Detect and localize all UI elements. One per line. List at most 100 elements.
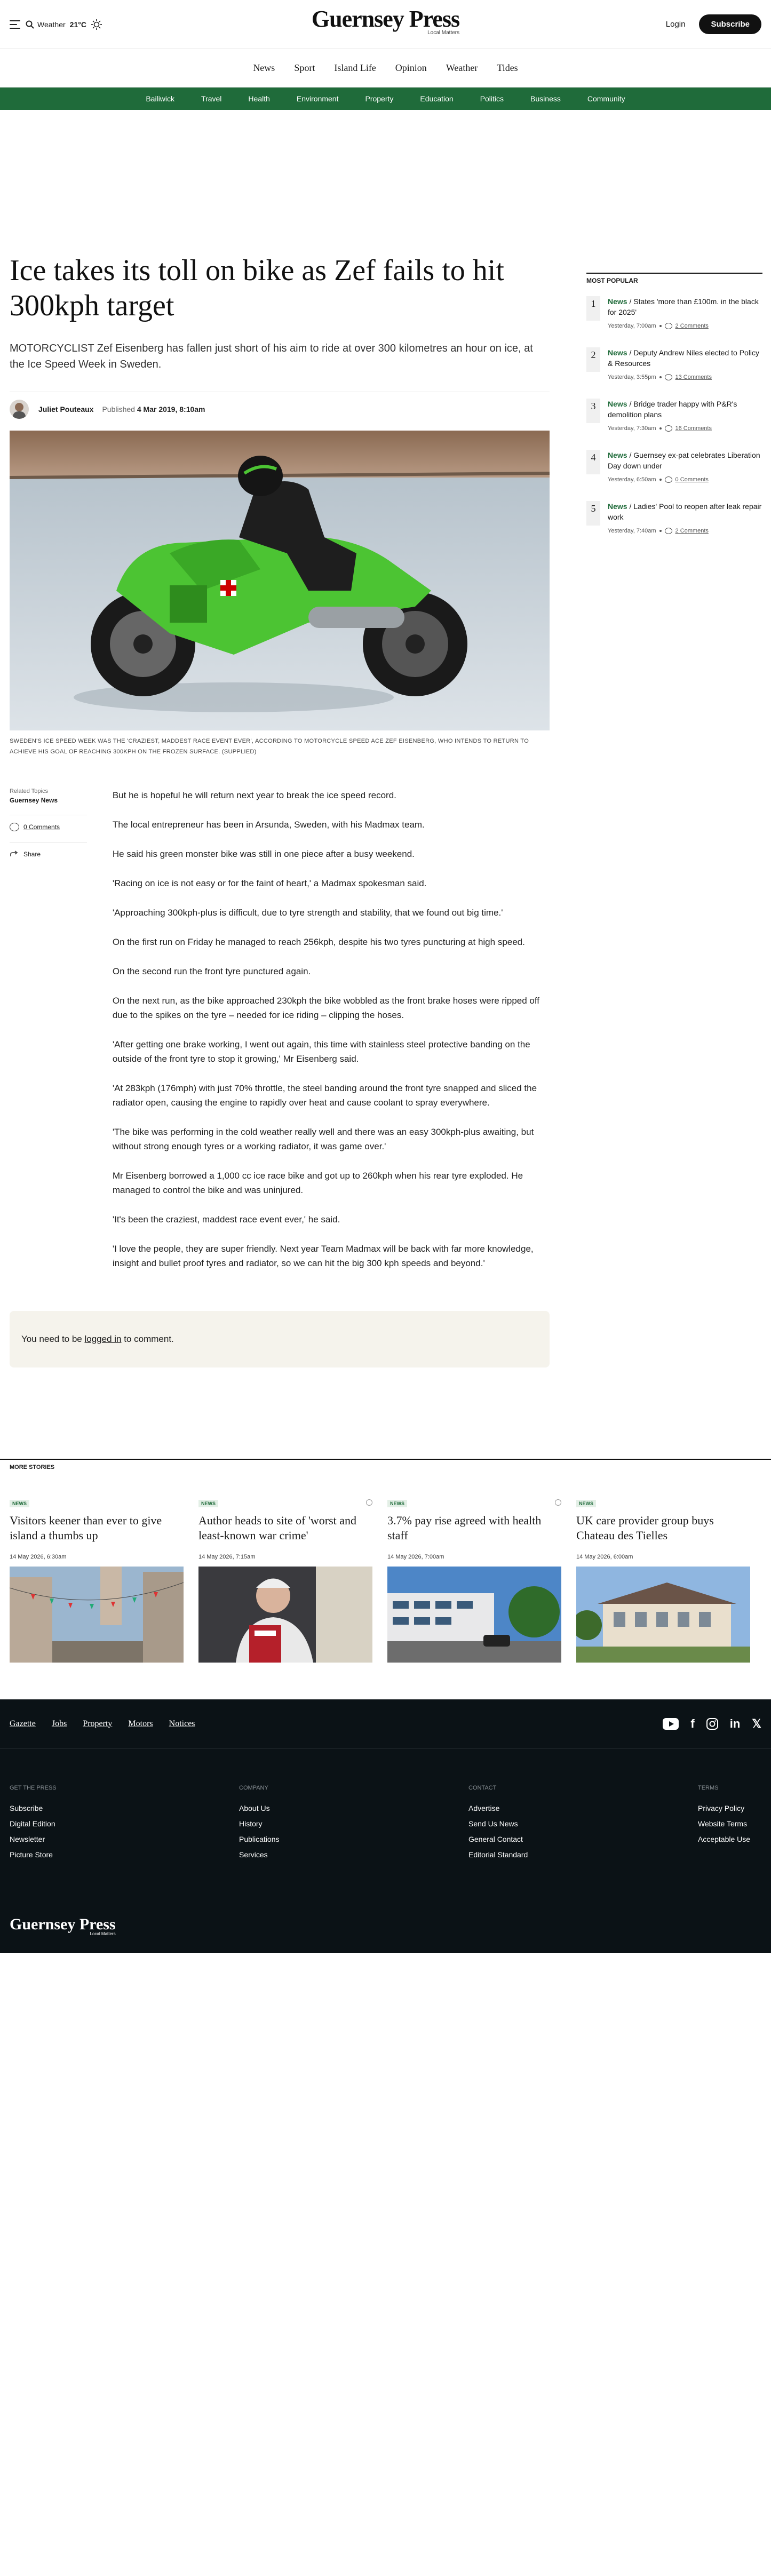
- nav-island-life[interactable]: Island Life: [324, 62, 385, 74]
- footer-newsletter[interactable]: Newsletter: [10, 1832, 239, 1847]
- footer-link-property[interactable]: Property: [83, 1719, 112, 1729]
- footer-publications[interactable]: Publications: [239, 1832, 468, 1847]
- weather-temp: 21°C: [69, 20, 86, 29]
- footer-about-us[interactable]: About Us: [239, 1801, 468, 1816]
- footer-digital-edition[interactable]: Digital Edition: [10, 1816, 239, 1832]
- story-card[interactable]: NEWS Author heads to site of 'worst and …: [198, 1498, 372, 1663]
- x-icon[interactable]: 𝕏: [752, 1717, 761, 1731]
- comments-count[interactable]: 16 Comments: [675, 425, 712, 432]
- popular-headline: News / Ladies' Pool to reopen after leak…: [608, 501, 762, 522]
- footer-link-jobs[interactable]: Jobs: [52, 1719, 67, 1729]
- comments-count[interactable]: 2 Comments: [675, 528, 709, 534]
- comments-count[interactable]: 0 Comments: [675, 476, 709, 483]
- footer-advertise[interactable]: Advertise: [468, 1801, 698, 1816]
- popular-meta: Yesterday, 6:50am 0 Comments: [608, 476, 762, 483]
- footer-column-contact: CONTACT Advertise Send Us News General C…: [468, 1785, 698, 1863]
- instagram-icon[interactable]: [706, 1718, 718, 1730]
- footer-send-us-news[interactable]: Send Us News: [468, 1816, 698, 1832]
- popular-headline: News / Bridge trader happy with P&R's de…: [608, 399, 762, 420]
- comment-icon: [10, 823, 19, 831]
- section-environment[interactable]: Environment: [283, 94, 352, 103]
- login-to-comment-link[interactable]: logged in: [85, 1334, 122, 1345]
- popular-item[interactable]: 5 News / Ladies' Pool to reopen after le…: [586, 501, 762, 540]
- nav-tides[interactable]: Tides: [487, 62, 527, 74]
- story-date: 14 May 2026, 6:00am: [576, 1554, 633, 1560]
- published-info: Published 4 Mar 2019, 8:10am: [102, 405, 205, 414]
- linkedin-icon[interactable]: in: [730, 1717, 741, 1731]
- nav-weather[interactable]: Weather: [436, 62, 488, 74]
- login-link[interactable]: Login: [666, 20, 686, 29]
- nav-news[interactable]: News: [243, 62, 284, 74]
- footer-general-contact[interactable]: General Contact: [468, 1832, 698, 1847]
- subscribe-button[interactable]: Subscribe: [699, 14, 761, 34]
- story-card[interactable]: NEWS UK care provider group buys Chateau…: [576, 1498, 750, 1663]
- comments-count[interactable]: 13 Comments: [675, 374, 712, 380]
- section-bailiwick[interactable]: Bailiwick: [132, 94, 188, 103]
- site-footer: Gazette Jobs Property Motors Notices f i…: [0, 1699, 771, 1953]
- story-image: [576, 1567, 750, 1663]
- site-logo[interactable]: Guernsey Press Local Matters: [311, 6, 460, 36]
- comments-count[interactable]: 2 Comments: [675, 323, 709, 329]
- author-with-book-photo: [198, 1567, 372, 1663]
- comment-icon: [664, 425, 672, 432]
- search-icon[interactable]: [26, 20, 34, 29]
- footer-subscribe[interactable]: Subscribe: [10, 1801, 239, 1816]
- popular-item[interactable]: 3 News / Bridge trader happy with P&R's …: [586, 399, 762, 438]
- story-date: 14 May 2026, 6:30am: [10, 1554, 67, 1560]
- author-avatar: [10, 400, 29, 419]
- footer-website-terms[interactable]: Website Terms: [698, 1816, 750, 1832]
- popular-item[interactable]: 1 News / States 'more than £100m. in the…: [586, 296, 762, 336]
- comment-login-prompt: You need to be logged in to comment.: [10, 1311, 550, 1367]
- section-community[interactable]: Community: [574, 94, 639, 103]
- article-standfirst: MOTORCYCLIST Zef Eisenberg has fallen ju…: [10, 343, 533, 370]
- footer-services[interactable]: Services: [239, 1847, 468, 1863]
- footer-editorial-standard[interactable]: Editorial Standard: [468, 1847, 698, 1863]
- article-meta: Related Topics Guernsey News 0 Comments …: [10, 788, 87, 1285]
- separator: /: [627, 502, 634, 511]
- section-health[interactable]: Health: [235, 94, 283, 103]
- related-topic-link[interactable]: Guernsey News: [10, 797, 87, 804]
- hero-image: [10, 431, 550, 730]
- section-business[interactable]: Business: [517, 94, 574, 103]
- rank-number: 5: [586, 501, 600, 526]
- share-button[interactable]: Share: [10, 842, 87, 858]
- footer-acceptable-use[interactable]: Acceptable Use: [698, 1832, 750, 1847]
- nav-sport[interactable]: Sport: [284, 62, 324, 74]
- paragraph: 'I love the people, they are super frien…: [112, 1244, 534, 1268]
- story-card[interactable]: NEWS 3.7% pay rise agreed with health st…: [387, 1498, 561, 1663]
- section-travel[interactable]: Travel: [188, 94, 235, 103]
- weather-widget[interactable]: Weather 21°C: [37, 19, 102, 30]
- facebook-icon[interactable]: f: [690, 1717, 694, 1731]
- youtube-icon[interactable]: [663, 1718, 679, 1730]
- popular-item[interactable]: 4 News / Guernsey ex-pat celebrates Libe…: [586, 450, 762, 489]
- share-icon: [10, 850, 18, 856]
- author-name[interactable]: Juliet Pouteaux: [38, 405, 93, 414]
- footer-link-motors[interactable]: Motors: [128, 1719, 153, 1729]
- logo-text: Guernsey Press: [311, 6, 460, 32]
- footer-picture-store[interactable]: Picture Store: [10, 1847, 239, 1863]
- comment-prompt-post: to comment.: [124, 1334, 174, 1344]
- footer-privacy-policy[interactable]: Privacy Policy: [698, 1801, 750, 1816]
- article-body: Related Topics Guernsey News 0 Comments …: [10, 788, 550, 1285]
- section-property[interactable]: Property: [352, 94, 407, 103]
- article-title: Ice takes its toll on bike as Zef fails …: [10, 254, 504, 322]
- menu-button[interactable]: [10, 20, 34, 29]
- popular-headline: News / Guernsey ex-pat celebrates Libera…: [608, 450, 762, 471]
- section-politics[interactable]: Politics: [467, 94, 517, 103]
- comments-link[interactable]: 0 Comments: [10, 815, 87, 831]
- footer-link-notices[interactable]: Notices: [169, 1719, 195, 1729]
- street-bunting-photo: [10, 1567, 184, 1663]
- footer-logo[interactable]: Guernsey Press Local Matters: [10, 1915, 116, 1936]
- popular-item[interactable]: 2 News / Deputy Andrew Niles elected to …: [586, 347, 762, 387]
- nav-opinion[interactable]: Opinion: [386, 62, 436, 74]
- footer-history[interactable]: History: [239, 1816, 468, 1832]
- article-text: But he is hopeful he will return next ye…: [113, 788, 550, 1285]
- section-education[interactable]: Education: [407, 94, 466, 103]
- top-bar: Weather 21°C Guernsey Press Local Matter…: [0, 0, 771, 49]
- footer-column-get-the-press: GET THE PRESS Subscribe Digital Edition …: [10, 1785, 239, 1863]
- paragraph: But he is hopeful he will return next ye…: [112, 790, 396, 800]
- premium-icon: [555, 1499, 561, 1506]
- footer-link-gazette[interactable]: Gazette: [10, 1719, 36, 1729]
- category-label: News: [608, 400, 627, 408]
- story-card[interactable]: NEWS Visitors keener than ever to give i…: [10, 1498, 184, 1663]
